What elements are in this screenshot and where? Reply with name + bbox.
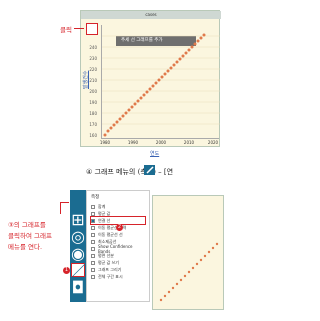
- option-label: 연결 선: [98, 217, 111, 223]
- panel-option[interactable]: 평균 값 쓰기: [91, 259, 145, 266]
- graph-side-menu: ⊞ ◎ ◉ ／ ◘: [70, 190, 86, 302]
- option-checkbox[interactable]: [91, 246, 95, 251]
- graph-frame[interactable]: cases 추세 선 그래프를 추가 240 230 220 210 200 1…: [80, 10, 221, 147]
- x-axis-label[interactable]: 연도: [150, 150, 159, 157]
- step-caption-text: ④ 그래프 메뉴의 (측정) – [연: [86, 168, 174, 176]
- option-label: 평균 값 쓰기: [98, 259, 119, 265]
- trend-scatter: [102, 33, 220, 137]
- measure-panel: 측정 합계 평균 값 연결 선 이동 평균선 입력 이동 평균선 선 최소제곱선 Show …: [86, 190, 150, 302]
- panel-option[interactable]: 평균 값: [91, 210, 145, 217]
- option-label: 그래프 그리기: [98, 266, 122, 272]
- option-checkbox[interactable]: [91, 211, 95, 216]
- chart-title: cases: [81, 11, 221, 19]
- x-tick: 1980: [99, 140, 111, 145]
- option-checkbox[interactable]: [91, 218, 95, 223]
- y-tick: 160: [89, 133, 97, 138]
- panel-option[interactable]: 연결 선: [90, 216, 146, 225]
- graph-preview[interactable]: [152, 195, 224, 310]
- preview-plot: [159, 242, 219, 302]
- annotation-bracket: [60, 202, 69, 214]
- y-tick: 230: [89, 56, 97, 61]
- x-tick: 1990: [127, 140, 139, 145]
- panel-option[interactable]: 이동 평균선 선: [91, 231, 145, 238]
- bottom-menu-screenshot: ③의 그래프를 클릭하여 그래프 메뉴를 연다. ⊞ ◎ ◉ ／ ◘ 1 측정 …: [0, 190, 226, 321]
- y-tick: 240: [89, 45, 97, 50]
- ruler-icon: [144, 165, 155, 175]
- option-label: 합계: [98, 203, 106, 209]
- option-checkbox[interactable]: [91, 274, 95, 279]
- click-arrow: [74, 28, 84, 29]
- graph-menu-toggle[interactable]: [86, 23, 98, 35]
- resize-menu-icon[interactable]: ⊞: [71, 210, 85, 229]
- option-label: 전체 구간 표시: [98, 273, 123, 279]
- y-axis-label[interactable]: 발생건수: [82, 71, 89, 89]
- option-label: 이동 평균선 선: [98, 231, 123, 237]
- y-tick: 180: [89, 111, 97, 116]
- measure-menu-icon[interactable]: ／: [70, 262, 86, 281]
- x-tick: 2020: [207, 140, 219, 145]
- camera-menu-icon[interactable]: ◘: [71, 278, 85, 297]
- step-caption: ④ 그래프 메뉴의 (측정) – [연: [86, 167, 173, 177]
- x-tick: 2010: [183, 140, 195, 145]
- option-label: 평균 값: [98, 210, 111, 216]
- option-checkbox[interactable]: [91, 204, 95, 209]
- option-checkbox[interactable]: [91, 253, 95, 258]
- option-checkbox[interactable]: [91, 239, 95, 244]
- y-tick: 190: [89, 100, 97, 105]
- panel-option[interactable]: 합계: [91, 203, 145, 210]
- option-checkbox[interactable]: [91, 225, 95, 230]
- top-graph-screenshot: cases 추세 선 그래프를 추가 240 230 220 210 200 1…: [0, 0, 226, 158]
- option-checkbox[interactable]: [91, 260, 95, 265]
- plot-area[interactable]: [101, 25, 220, 139]
- click-annotation: 클릭: [60, 26, 72, 34]
- hide-menu-icon[interactable]: ◎: [71, 227, 85, 246]
- option-checkbox[interactable]: [91, 267, 95, 272]
- x-tick: 2000: [155, 140, 167, 145]
- option-checkbox[interactable]: [91, 232, 95, 237]
- marker-2: 2: [116, 224, 123, 231]
- marker-1: 1: [63, 267, 70, 274]
- panel-title: 측정: [91, 195, 100, 200]
- option-label: 평면 선분: [98, 252, 114, 258]
- panel-option[interactable]: Show Confidence Bands: [91, 244, 145, 254]
- annotation-text: ③의 그래프를 클릭하여 그래프 메뉴를 연다.: [8, 221, 52, 251]
- panel-option[interactable]: 그래프 그리기: [91, 266, 145, 273]
- y-tick: 200: [89, 89, 97, 94]
- panel-option[interactable]: 전체 구간 표시: [91, 273, 145, 280]
- y-tick: 170: [89, 122, 97, 127]
